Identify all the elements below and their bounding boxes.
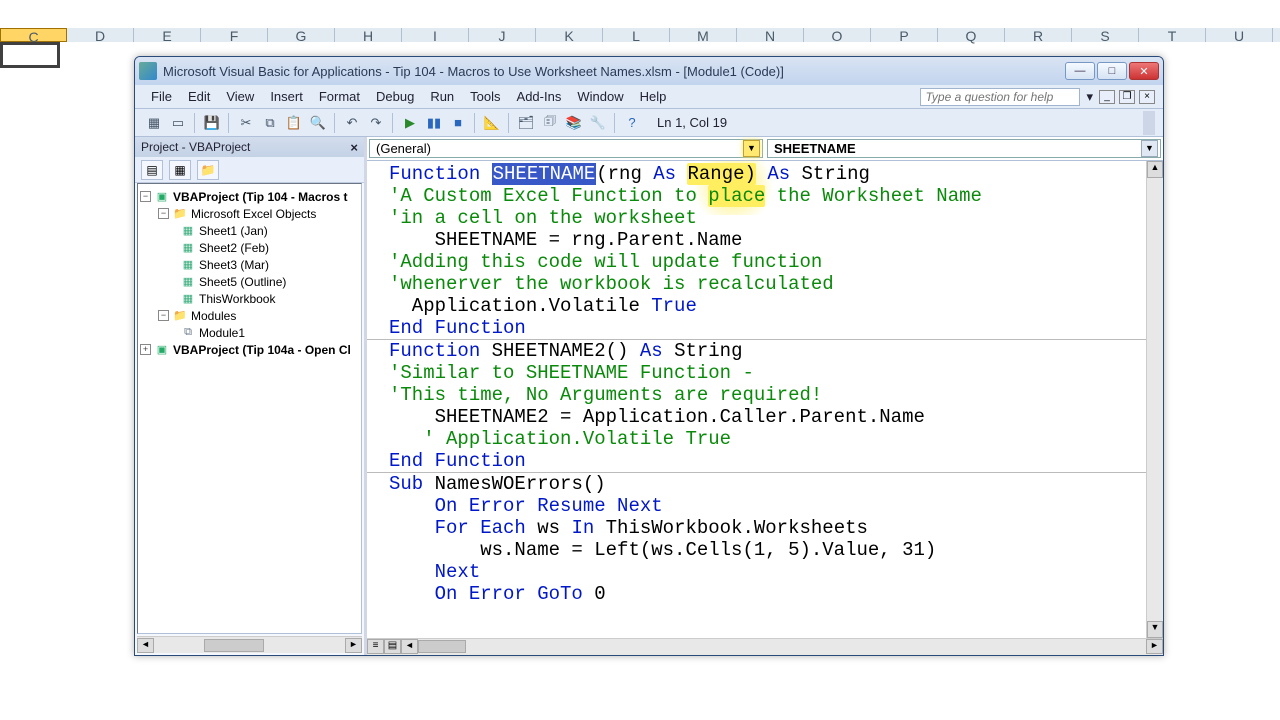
cursor-position: Ln 1, Col 19 xyxy=(657,115,727,130)
mdi-minimize[interactable]: _ xyxy=(1099,90,1115,104)
project-tree[interactable]: −▣VBAProject (Tip 104 - Macros t −📁Micro… xyxy=(137,183,362,634)
menu-edit[interactable]: Edit xyxy=(180,87,218,106)
menu-tools[interactable]: Tools xyxy=(462,87,508,106)
code-hscroll[interactable]: ≡ ▤ ◄► xyxy=(367,638,1163,655)
vbe-window: Microsoft Visual Basic for Applications … xyxy=(134,56,1164,656)
app-icon xyxy=(139,62,157,80)
column-header[interactable]: G xyxy=(268,28,335,42)
full-module-view-icon[interactable]: ▤ xyxy=(384,639,401,654)
excel-column-headers: CDEFGHIJKLMNOPQRSTU xyxy=(0,28,1280,42)
column-header[interactable]: D xyxy=(67,28,134,42)
object-browser-icon[interactable]: 📚 xyxy=(563,112,585,134)
help-icon[interactable]: ? xyxy=(621,112,643,134)
project-explorer-close[interactable]: × xyxy=(350,140,358,155)
menu-view[interactable]: View xyxy=(218,87,262,106)
close-button[interactable]: ✕ xyxy=(1129,62,1159,80)
selected-cell[interactable] xyxy=(0,42,60,68)
save-icon[interactable]: 💾 xyxy=(201,112,223,134)
column-header[interactable]: K xyxy=(536,28,603,42)
help-search[interactable] xyxy=(920,88,1080,106)
column-header[interactable]: I xyxy=(402,28,469,42)
paste-icon[interactable]: 📋 xyxy=(283,112,305,134)
break-icon[interactable]: ▮▮ xyxy=(423,112,445,134)
reset-icon[interactable]: ■ xyxy=(447,112,469,134)
project-explorer: Project - VBAProject × ▤ ▦ 📁 −▣VBAProjec… xyxy=(135,137,367,655)
view-object-icon[interactable]: ▦ xyxy=(169,160,191,180)
toolbox-icon[interactable]: 🔧 xyxy=(587,112,609,134)
menu-add-ins[interactable]: Add-Ins xyxy=(509,87,570,106)
code-vscroll[interactable]: ▲▼ xyxy=(1146,161,1163,638)
menu-file[interactable]: File xyxy=(143,87,180,106)
procedure-combo[interactable]: SHEETNAME ▼ xyxy=(767,139,1161,158)
undo-icon[interactable]: ↶ xyxy=(341,112,363,134)
procedure-view-icon[interactable]: ≡ xyxy=(367,639,384,654)
redo-icon[interactable]: ↷ xyxy=(365,112,387,134)
column-header[interactable]: E xyxy=(134,28,201,42)
column-header[interactable]: Q xyxy=(938,28,1005,42)
cut-icon[interactable]: ✂ xyxy=(235,112,257,134)
object-combo[interactable]: (General) ▼ xyxy=(369,139,763,158)
design-mode-icon[interactable]: 📐 xyxy=(481,112,503,134)
tree-item[interactable]: ▦Sheet5 (Outline) xyxy=(140,273,359,290)
project-explorer-icon[interactable]: 🗂 xyxy=(515,112,537,134)
run-icon[interactable]: ▶ xyxy=(399,112,421,134)
find-icon[interactable]: 🔍 xyxy=(307,112,329,134)
menu-run[interactable]: Run xyxy=(422,87,462,106)
column-header[interactable]: U xyxy=(1206,28,1273,42)
column-header[interactable]: M xyxy=(670,28,737,42)
code-pane: (General) ▼ SHEETNAME ▼ Function SHEETNA… xyxy=(367,137,1163,655)
project-hscroll[interactable]: ◄► xyxy=(137,636,362,653)
chevron-down-icon[interactable]: ▼ xyxy=(743,140,760,157)
project-explorer-title[interactable]: Project - VBAProject × xyxy=(135,137,364,157)
chevron-down-icon[interactable]: ▼ xyxy=(1141,140,1158,157)
column-header[interactable]: N xyxy=(737,28,804,42)
window-title: Microsoft Visual Basic for Applications … xyxy=(163,64,1065,79)
copy-icon[interactable]: ⧉ xyxy=(259,112,281,134)
properties-icon[interactable]: 🗊 xyxy=(539,112,561,134)
column-header[interactable]: L xyxy=(603,28,670,42)
menu-window[interactable]: Window xyxy=(569,87,631,106)
column-header[interactable]: R xyxy=(1005,28,1072,42)
view-code-icon[interactable]: ▤ xyxy=(141,160,163,180)
column-header[interactable]: P xyxy=(871,28,938,42)
column-header[interactable]: O xyxy=(804,28,871,42)
mdi-close[interactable]: × xyxy=(1139,90,1155,104)
toolbar: ▦ ▭ 💾 ✂ ⧉ 📋 🔍 ↶ ↷ ▶ ▮▮ ■ 📐 🗂 🗊 📚 🔧 ? Ln … xyxy=(135,109,1163,137)
view-excel-icon[interactable]: ▦ xyxy=(143,112,165,134)
insert-module-icon[interactable]: ▭ xyxy=(167,112,189,134)
tree-item[interactable]: ▦ThisWorkbook xyxy=(140,290,359,307)
column-header[interactable]: H xyxy=(335,28,402,42)
titlebar[interactable]: Microsoft Visual Basic for Applications … xyxy=(135,57,1163,85)
column-header[interactable]: S xyxy=(1072,28,1139,42)
toggle-folders-icon[interactable]: 📁 xyxy=(197,160,219,180)
column-header[interactable]: T xyxy=(1139,28,1206,42)
code-editor[interactable]: Function SHEETNAME(rng As Range) As Stri… xyxy=(367,161,1163,655)
menu-insert[interactable]: Insert xyxy=(262,87,311,106)
menubar: FileEditViewInsertFormatDebugRunToolsAdd… xyxy=(135,85,1163,109)
tree-item[interactable]: ▦Sheet1 (Jan) xyxy=(140,222,359,239)
mdi-restore[interactable]: ❐ xyxy=(1119,90,1135,104)
column-header[interactable]: F xyxy=(201,28,268,42)
minimize-button[interactable]: — xyxy=(1065,62,1095,80)
menu-format[interactable]: Format xyxy=(311,87,368,106)
tree-item[interactable]: ▦Sheet3 (Mar) xyxy=(140,256,359,273)
menu-debug[interactable]: Debug xyxy=(368,87,422,106)
maximize-button[interactable]: □ xyxy=(1097,62,1127,80)
column-header[interactable]: C xyxy=(0,28,67,42)
column-header[interactable]: J xyxy=(469,28,536,42)
tree-item[interactable]: ▦Sheet2 (Feb) xyxy=(140,239,359,256)
menu-help[interactable]: Help xyxy=(632,87,675,106)
